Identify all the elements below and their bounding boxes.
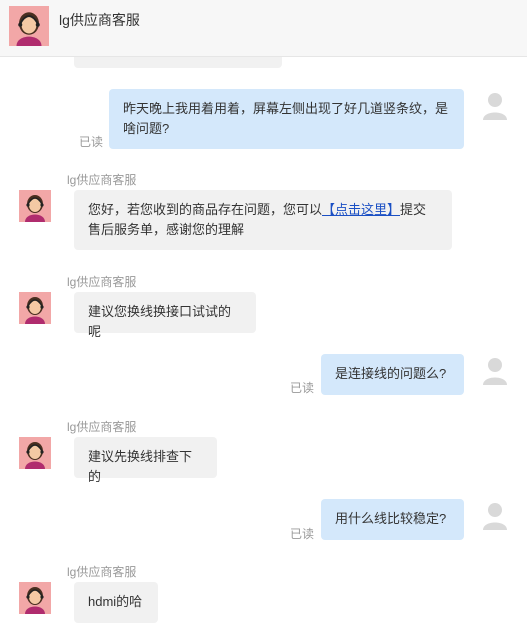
support-agent-avatar-icon: [19, 292, 51, 324]
support-agent-avatar-icon: [9, 6, 49, 46]
message-text: 用什么线比较稳定?: [335, 511, 447, 526]
read-receipt: 已读: [79, 135, 104, 149]
message-bubble-agent: hdmi的哈: [74, 582, 158, 623]
message-bubble-user: 昨天晚上我用着用着，屏幕左侧出现了好几道竖条纹，是啥问题?: [109, 89, 464, 149]
support-agent-avatar-icon: [19, 437, 51, 469]
user-silhouette-icon: [483, 358, 507, 385]
sender-name: lg供应商客服: [67, 275, 137, 289]
chat-area: 昨天晚上我用着用着，屏幕左侧出现了好几道竖条纹，是啥问题? 已读 lg供应商客服…: [0, 0, 527, 643]
chat-header: lg供应商客服: [0, 0, 527, 57]
message-text: 建议您换线换接口试试的呢: [88, 304, 232, 339]
sender-name: lg供应商客服: [67, 173, 137, 187]
message-bubble-agent: 您好，若您收到的商品存在问题，您可以【点击这里】提交售后服务单，感谢您的理解: [74, 190, 452, 250]
read-receipt: 已读: [290, 381, 315, 395]
sender-name: lg供应商客服: [67, 565, 137, 579]
message-bubble-user: 是连接线的问题么?: [321, 354, 464, 395]
message-bubble-agent: 建议您换线换接口试试的呢: [74, 292, 256, 339]
sender-name: lg供应商客服: [67, 420, 137, 434]
message-text: 是连接线的问题么?: [335, 366, 447, 381]
user-silhouette-icon: [483, 503, 507, 530]
message-text: 建议先换线排查下的: [88, 449, 193, 484]
support-agent-avatar-icon: [19, 190, 51, 222]
message-bubble-agent: 建议先换线排查下的: [74, 437, 217, 484]
user-silhouette-icon: [483, 93, 507, 120]
read-receipt: 已读: [290, 527, 315, 541]
message-bubble-user: 用什么线比较稳定?: [321, 499, 464, 540]
message-text: 您好，若您收到的商品存在问题，您可以: [88, 202, 323, 217]
message-text: 昨天晚上我用着用着，屏幕左侧出现了好几道竖条纹，是啥问题?: [123, 101, 449, 136]
support-agent-avatar-icon: [19, 582, 51, 614]
message-text: hdmi的哈: [88, 594, 143, 609]
submit-service-order-link[interactable]: 【点击这里】: [322, 202, 400, 217]
chat-title: lg供应商客服: [59, 12, 140, 28]
